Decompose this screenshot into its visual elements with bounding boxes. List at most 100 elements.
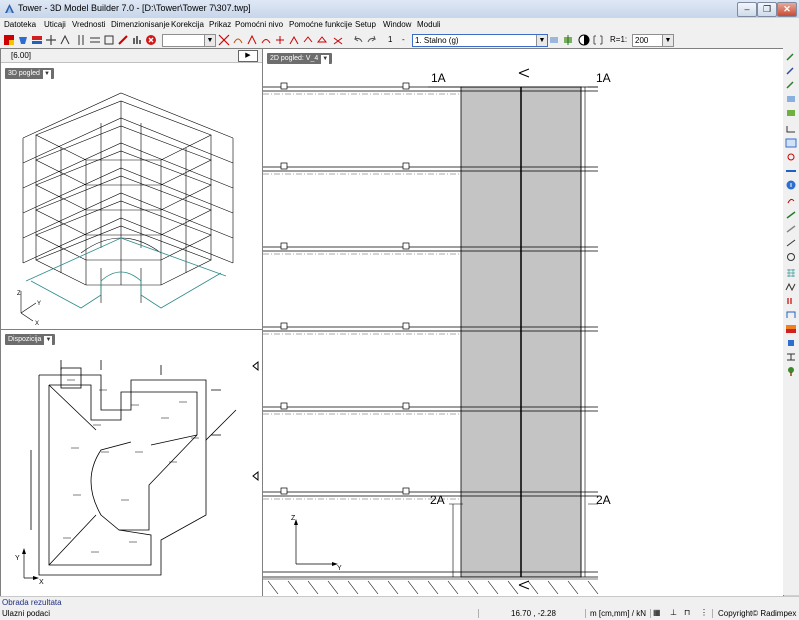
pencil-icon[interactable] [785, 210, 797, 220]
redo-icon[interactable] [366, 34, 378, 46]
menu-setup[interactable]: Setup [355, 20, 376, 29]
ground-hatching [263, 578, 599, 595]
layer-toggle-icon[interactable]: ⋮ [700, 608, 708, 617]
play-icon[interactable]: ▶ [238, 50, 258, 62]
section-label-1a-right: 1A [596, 71, 611, 85]
status-divider [712, 609, 713, 618]
center-tool-icon[interactable] [785, 152, 797, 162]
load-case-value: 1. Stalno (g) [415, 36, 459, 45]
chevron-down-icon[interactable]: ▼ [662, 35, 673, 46]
color-icon[interactable] [3, 34, 15, 46]
level-tool-icon[interactable] [785, 352, 797, 362]
cup-icon[interactable] [17, 34, 29, 46]
mirror-icon[interactable] [246, 34, 258, 46]
wall-edge-lines [580, 87, 586, 577]
cube-icon[interactable] [785, 338, 797, 348]
zigzag-tool-icon[interactable] [785, 282, 797, 292]
axis-z-3d: Z [17, 291, 21, 297]
menu-uticaji[interactable]: Uticaji [44, 20, 66, 29]
frame-tool-icon[interactable] [785, 310, 797, 320]
pen-icon[interactable] [117, 34, 129, 46]
menu-pomocni-nivo[interactable]: Pomoćni nivo [235, 20, 283, 29]
chevron-down-icon[interactable]: ▼ [204, 35, 215, 46]
status-hint: Ulazni podaci [2, 609, 51, 618]
section-label-1a-left: 1A [431, 71, 446, 85]
contrast-icon[interactable] [578, 34, 590, 46]
info-icon[interactable] [785, 180, 797, 190]
plan-axis-y: Y [15, 555, 20, 562]
load-tool-icon[interactable] [785, 296, 797, 306]
grid-toggle-icon[interactable]: ▦ [653, 608, 661, 617]
node-tool-icon[interactable] [785, 52, 797, 62]
chevron-down-icon[interactable]: ▼ [536, 35, 547, 46]
tree-icon[interactable] [785, 366, 797, 376]
menu-korekcija[interactable]: Korekcija [171, 20, 204, 29]
line-tool-icon[interactable] [785, 238, 797, 248]
column-icon[interactable] [75, 34, 87, 46]
window-title: Tower - 3D Model Builder 7.0 - [D:\Tower… [18, 3, 251, 13]
menu-dimenzionisanje[interactable]: Dimenzionisanje [111, 20, 170, 29]
color-map-icon[interactable] [785, 324, 797, 334]
foundation-outline [25, 237, 227, 309]
plan-outline [30, 360, 237, 576]
scale-icon[interactable] [592, 34, 604, 46]
menu-vrednosti[interactable]: Vrednosti [72, 20, 106, 29]
load-case-combo[interactable]: 1. Stalno (g) ▼ [412, 34, 548, 47]
layer-combo[interactable]: ▼ [162, 34, 216, 47]
status-copyright: Copyright© Radimpex [718, 609, 797, 618]
tool-d-icon[interactable] [332, 34, 344, 46]
model-3d-drawing: Z Y X [17, 92, 234, 327]
ortho-toggle-icon[interactable]: ⊥ [670, 608, 677, 617]
wall-tool-icon[interactable] [785, 94, 797, 104]
close-button[interactable]: ✕ [777, 2, 797, 17]
snap-toggle-icon[interactable]: ⊓ [684, 608, 690, 617]
view-3d-panel[interactable]: [6.00] ▶ 3D pogled ▼ Z Y X [0, 48, 263, 330]
menu-datoteka[interactable]: Datoteka [4, 20, 36, 29]
beam-icon[interactable] [89, 34, 101, 46]
section-arrow-top [518, 68, 530, 78]
undo-icon[interactable] [352, 34, 364, 46]
level-label: [6.00] [11, 51, 32, 60]
move-icon[interactable] [274, 34, 286, 46]
support-icon[interactable] [59, 34, 71, 46]
tool-a-icon[interactable] [288, 34, 300, 46]
title-bar: Tower - 3D Model Builder 7.0 - [D:\Tower… [0, 0, 799, 19]
dimension-tool-icon[interactable] [785, 124, 797, 134]
ratio-combo[interactable]: 200 ▼ [632, 34, 674, 47]
rotate-icon[interactable] [232, 34, 244, 46]
beam-tool-icon[interactable] [785, 66, 797, 76]
plate-tool-icon[interactable] [785, 80, 797, 90]
load-next-icon[interactable] [562, 34, 574, 46]
bars-icon[interactable] [131, 34, 143, 46]
dash-lines [263, 93, 461, 500]
plan-view-panel[interactable]: Dispozicija ▼ Y X [0, 329, 263, 597]
copy-icon[interactable] [260, 34, 272, 46]
maximize-button[interactable]: ❐ [757, 2, 777, 17]
menu-pomocne-funkcije[interactable]: Pomoćne funkcije [289, 20, 352, 29]
tool-c-icon[interactable] [316, 34, 328, 46]
grid-icon[interactable] [45, 34, 57, 46]
menu-window[interactable]: Window [383, 20, 411, 29]
node-tools-icon[interactable] [218, 34, 230, 46]
menu-moduli[interactable]: Moduli [417, 20, 441, 29]
tool-b-icon[interactable] [302, 34, 314, 46]
measure-tool-icon[interactable] [785, 166, 797, 176]
grid-tool-icon[interactable] [785, 268, 797, 278]
minimize-button[interactable]: – [737, 2, 757, 17]
load-icon[interactable] [31, 34, 43, 46]
stop-icon[interactable] [145, 34, 157, 46]
eraser-icon[interactable] [785, 224, 797, 234]
status-divider [478, 609, 479, 618]
section-label-2a-right: 2A [596, 493, 611, 507]
section-label-2a-left: 2A [430, 493, 445, 507]
menu-prikaz[interactable]: Prikaz [209, 20, 231, 29]
wall-icon[interactable] [103, 34, 115, 46]
status-coords: 16.70 , -2.28 [511, 609, 556, 618]
load-prev-icon[interactable] [548, 34, 560, 46]
refresh-icon[interactable] [785, 196, 797, 206]
support-tool-icon[interactable] [785, 108, 797, 118]
status-bar: Obrada rezultata Ulazni podaci 16.70 , -… [0, 596, 799, 620]
hand-icon[interactable] [785, 252, 797, 262]
view-2d-panel[interactable]: 2D pogled: V_4 ▼ 1A 1A 2A 2A Z Y [262, 48, 784, 597]
select-tool-icon[interactable] [785, 138, 797, 148]
